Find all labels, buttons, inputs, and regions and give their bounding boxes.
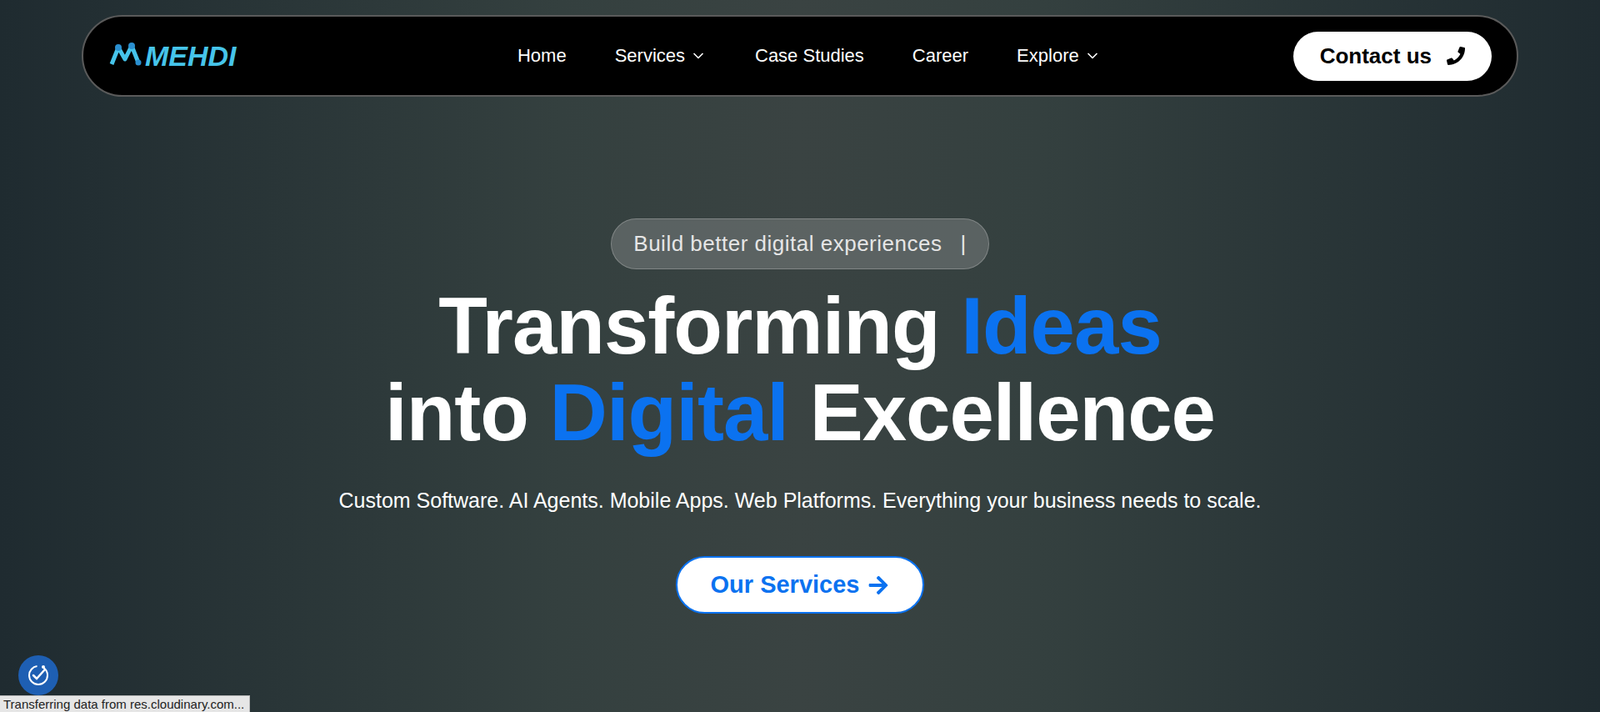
heading-word: Excellence bbox=[788, 367, 1215, 457]
accessibility-icon bbox=[25, 661, 52, 689]
hero-subtitle: Custom Software. AI Agents. Mobile Apps.… bbox=[338, 487, 1261, 513]
accessibility-button[interactable] bbox=[18, 655, 59, 695]
phone-icon bbox=[1446, 46, 1465, 65]
arrow-right-icon bbox=[867, 574, 890, 596]
nav-link[interactable]: Home bbox=[517, 45, 567, 67]
heading-word: Digital bbox=[550, 367, 789, 457]
badge: Build better digital experiences| bbox=[610, 218, 989, 270]
chevron-down-icon bbox=[1084, 47, 1101, 65]
heading-line: Transforming Ideas bbox=[385, 282, 1215, 370]
graph-icon bbox=[108, 39, 142, 73]
heading-word: Transforming bbox=[438, 280, 961, 370]
contact-button[interactable]: Contact us bbox=[1293, 31, 1492, 81]
navbar: MEHDI Home Services Case Studies Career Explo… bbox=[81, 15, 1519, 97]
services-button[interactable]: Our Services bbox=[675, 555, 925, 614]
hero: Build better digital experiences| Transfo… bbox=[81, 96, 1519, 614]
heading-word: Ideas bbox=[960, 280, 1161, 370]
hero-heading: Transforming Ideasinto Digital Excellenc… bbox=[385, 282, 1215, 456]
nav-link[interactable]: Case Studies bbox=[755, 45, 865, 67]
status-bar: Transferring data from res.cloudinary.co… bbox=[0, 695, 250, 712]
nav-links: Home Services Case Studies Career Explore bbox=[517, 45, 1101, 67]
hero-background: MEHDI Home Services Case Studies Career Explo… bbox=[0, 0, 1600, 712]
heading-word: into bbox=[385, 367, 550, 457]
chevron-down-icon bbox=[690, 47, 707, 65]
typing-cursor: | bbox=[960, 230, 966, 257]
heading-line: into Digital Excellence bbox=[385, 369, 1215, 456]
nav-link[interactable]: Career bbox=[912, 45, 969, 67]
logo[interactable]: MEHDI bbox=[108, 39, 325, 73]
nav-link[interactable]: Services bbox=[615, 45, 707, 67]
nav-link[interactable]: Explore bbox=[1016, 45, 1101, 67]
